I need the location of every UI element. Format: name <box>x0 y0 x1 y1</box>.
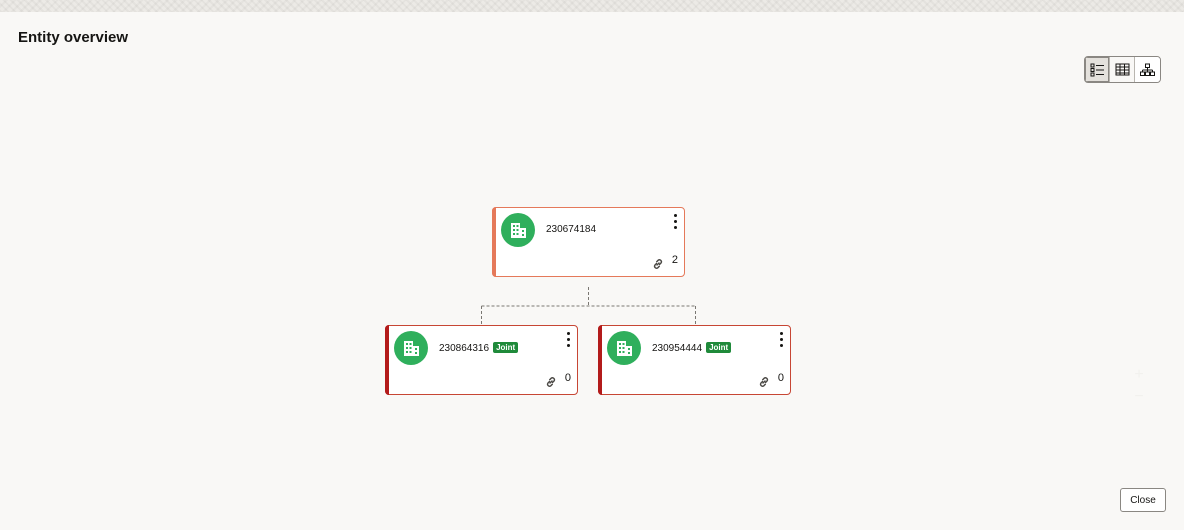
zoom-out-button[interactable]: − <box>1131 389 1147 405</box>
entity-card-child[interactable]: 230954444 Joint 0 <box>598 325 791 395</box>
table-view-button[interactable] <box>1110 57 1135 82</box>
entity-id: 230864316 Joint <box>439 342 519 354</box>
entity-id: 230674184 <box>546 224 597 235</box>
card-accent-bar <box>385 325 389 395</box>
link-count: 0 <box>777 372 784 384</box>
close-button[interactable]: Close <box>1120 488 1166 512</box>
card-accent-bar <box>492 207 496 277</box>
building-avatar <box>394 331 428 365</box>
joint-badge: Joint <box>493 342 519 353</box>
building-icon <box>617 341 632 356</box>
list-view-button[interactable] <box>1085 57 1110 82</box>
view-switcher <box>1084 56 1161 83</box>
building-icon <box>404 341 419 356</box>
link-count: 0 <box>564 372 571 384</box>
more-options-icon[interactable] <box>563 330 573 348</box>
table-view-icon <box>1115 63 1129 76</box>
entity-card-root[interactable]: 230674184 2 <box>492 207 685 277</box>
zoom-in-button[interactable]: + <box>1131 367 1147 383</box>
entity-id: 230954444 Joint <box>652 342 732 354</box>
entity-card-child[interactable]: 230864316 Joint 0 <box>385 325 578 395</box>
page-title: Entity overview <box>18 29 129 46</box>
link-icon[interactable] <box>545 376 557 388</box>
building-avatar <box>607 331 641 365</box>
building-avatar <box>501 213 535 247</box>
link-icon[interactable] <box>652 258 664 270</box>
list-view-icon <box>1090 63 1104 76</box>
hierarchy-view-button[interactable] <box>1135 57 1160 82</box>
hierarchy-view-icon <box>1140 63 1155 76</box>
link-count: 2 <box>671 254 678 266</box>
header-strip <box>0 0 1184 12</box>
more-options-icon[interactable] <box>670 212 680 230</box>
link-icon[interactable] <box>758 376 770 388</box>
card-accent-bar <box>598 325 602 395</box>
more-options-icon[interactable] <box>776 330 786 348</box>
joint-badge: Joint <box>706 342 732 353</box>
building-icon <box>511 223 526 238</box>
